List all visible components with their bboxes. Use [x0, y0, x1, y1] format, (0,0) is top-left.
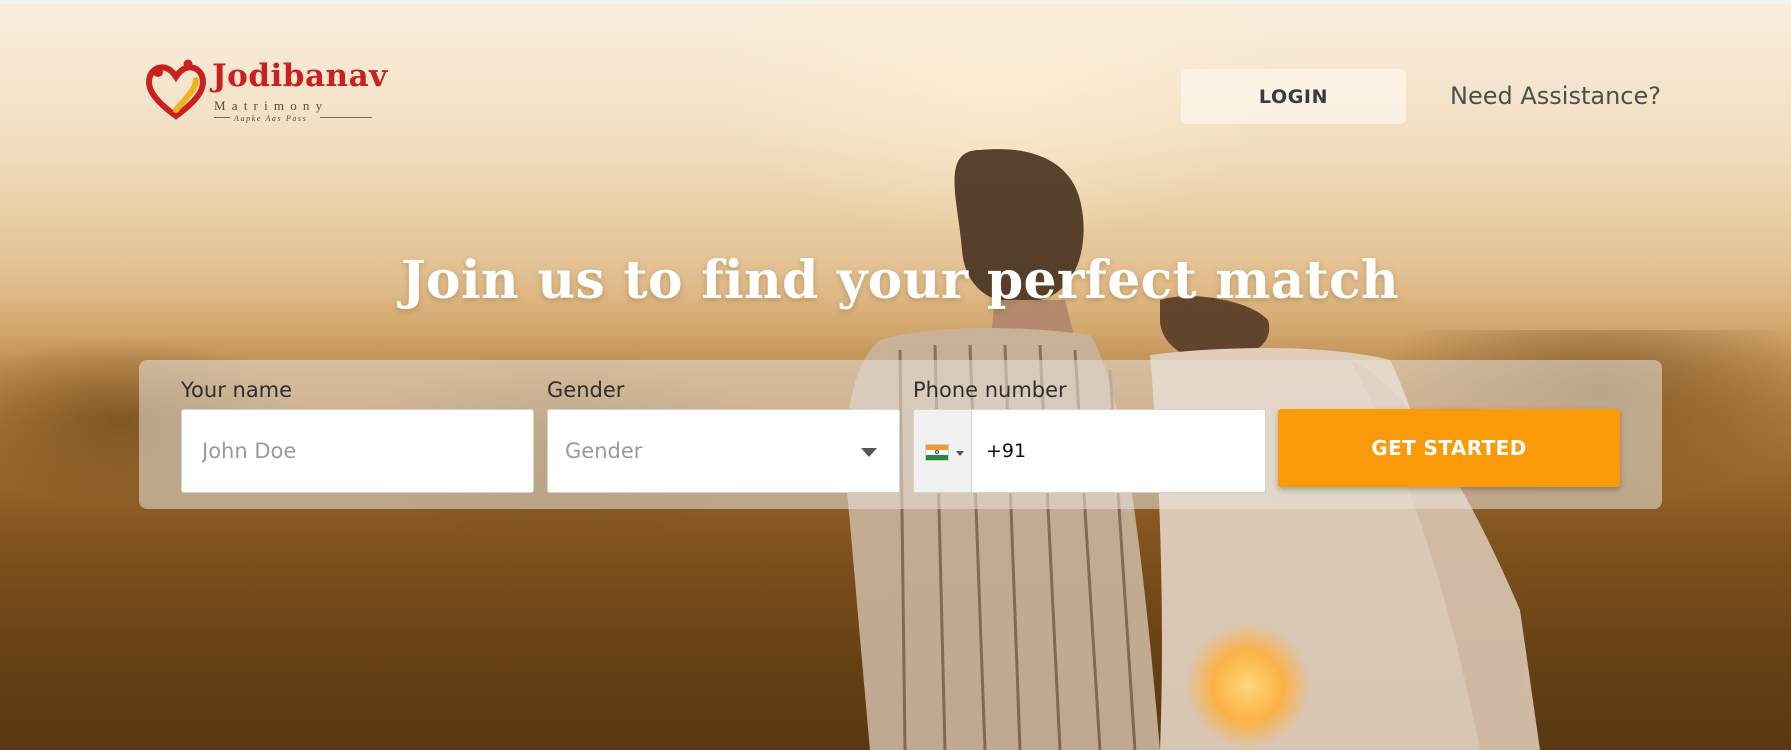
brand-logo[interactable]: Jodibanav Matrimony Aapke Aas Pass: [144, 56, 387, 126]
gender-select-value: Gender: [565, 439, 643, 463]
tagline-rule-right: [320, 117, 372, 118]
country-code-selector[interactable]: [914, 410, 972, 492]
hero-headline: Join us to find your perfect match: [400, 250, 1400, 311]
gender-select[interactable]: Gender: [547, 409, 900, 493]
phone-input[interactable]: [972, 410, 1265, 492]
india-flag-icon: [925, 444, 949, 461]
brand-subtitle: Matrimony: [214, 98, 329, 113]
phone-label: Phone number: [913, 378, 1067, 402]
top-border: [0, 0, 1791, 4]
get-started-button[interactable]: GET STARTED: [1278, 409, 1620, 487]
name-input[interactable]: [182, 410, 533, 492]
gender-label: Gender: [547, 378, 625, 402]
caret-down-icon: [956, 451, 964, 456]
need-assistance-link[interactable]: Need Assistance?: [1450, 82, 1661, 110]
heart-logo-icon: [146, 59, 206, 120]
tagline-rule-left: [214, 117, 230, 118]
brand-tagline: Aapke Aas Pass: [234, 114, 308, 123]
login-button[interactable]: LOGIN: [1181, 69, 1406, 124]
chevron-down-icon: [861, 448, 877, 457]
brand-name: Jodibanav: [212, 58, 388, 94]
name-label: Your name: [181, 378, 293, 402]
phone-field[interactable]: [913, 409, 1266, 493]
name-field[interactable]: [181, 409, 534, 493]
sun-flare: [1186, 624, 1310, 748]
